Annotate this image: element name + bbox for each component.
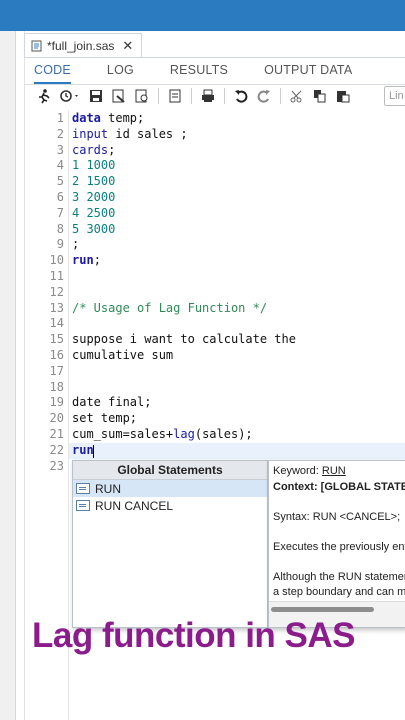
go-to-line-input[interactable]: Lin <box>384 86 405 106</box>
autocomplete-item-run-cancel[interactable]: RUN CANCEL <box>73 497 267 514</box>
line-number: 1 <box>56 111 64 125</box>
help-description-3: a step boundary and can mark <box>273 586 405 598</box>
tab-code[interactable]: CODE <box>34 60 71 84</box>
autocomplete-popup: Global Statements RUN RUN CANCEL <box>72 460 268 628</box>
code-line[interactable]: suppose i want to calculate the <box>72 332 296 346</box>
editor-toolbar <box>34 86 356 106</box>
statement-icon <box>76 483 90 494</box>
line-number: 9 <box>56 237 64 252</box>
line-number: 3 <box>56 142 64 157</box>
tabstrip-divider <box>24 57 405 58</box>
cut-icon[interactable] <box>287 86 307 106</box>
code-line[interactable]: /* Usage of Lag Function */ <box>72 301 267 315</box>
syntax-help-panel: Keyword: RUN Context: [GLOBAL STATEMENT]… <box>268 460 405 628</box>
help-context: Context: [GLOBAL STATEMENT] <box>273 481 405 493</box>
code-line[interactable]: ; <box>72 237 79 251</box>
tab-full-join-sas[interactable]: *full_join.sas ✕ <box>24 33 143 58</box>
autocomplete-item-run[interactable]: RUN <box>73 480 267 497</box>
code-line[interactable]: cum_sum=sales+lag(sales); <box>72 427 253 441</box>
code-line[interactable]: cumulative sum <box>72 348 173 362</box>
editor-subtabs: CODE LOG RESULTS OUTPUT DATA <box>34 60 388 84</box>
code-line[interactable]: run <box>72 443 94 457</box>
line-number: 13 <box>49 300 64 315</box>
code-line[interactable]: 4 2500 <box>72 206 115 220</box>
autocomplete-item-label: RUN CANCEL <box>95 498 174 513</box>
toolbar-separator <box>191 88 192 104</box>
help-syntax: Syntax: RUN <CANCEL>; <box>273 511 401 523</box>
help-description: Executes the previously entered <box>273 541 405 553</box>
program-file-icon <box>31 40 42 52</box>
line-number: 18 <box>49 379 64 394</box>
app-header-bar <box>0 0 405 31</box>
toolbar-separator <box>158 88 159 104</box>
video-caption: Lag function in SAS <box>32 616 355 655</box>
tab-results[interactable]: RESULTS <box>170 60 228 82</box>
line-number: 7 <box>56 205 64 220</box>
line-number: 21 <box>49 427 64 441</box>
line-number: 19 <box>49 395 64 410</box>
line-number: 22 <box>49 442 64 457</box>
tab-log[interactable]: LOG <box>107 60 134 82</box>
line-number: 20 <box>49 411 64 426</box>
open-icon[interactable] <box>132 86 152 106</box>
line-number: 11 <box>49 269 64 283</box>
help-scrollbar-thumb[interactable] <box>271 607 374 612</box>
line-number: 8 <box>56 221 64 236</box>
toolbar-separator <box>280 88 281 104</box>
code-line[interactable]: cards; <box>72 143 115 157</box>
close-icon[interactable]: ✕ <box>122 38 133 54</box>
autocomplete-item-label: RUN <box>95 481 121 496</box>
line-number: 16 <box>49 348 64 362</box>
toolbar-separator <box>224 88 225 104</box>
help-keyword-label: Keyword: <box>273 465 319 477</box>
redo-icon[interactable] <box>254 86 274 106</box>
autocomplete-header: Global Statements <box>73 461 267 480</box>
tab-output-data[interactable]: OUTPUT DATA <box>264 60 352 82</box>
line-number: 14 <box>49 316 64 331</box>
tab-file-name: *full_join.sas <box>47 39 115 53</box>
statement-icon <box>76 500 90 511</box>
help-keyword-link[interactable]: RUN <box>322 465 346 477</box>
line-number: 5 <box>56 174 64 189</box>
line-number: 6 <box>56 190 64 204</box>
print-icon[interactable] <box>198 86 218 106</box>
help-description-2: Although the RUN statement <box>273 571 405 583</box>
current-line-highlight <box>69 443 405 459</box>
copy-icon[interactable] <box>310 86 330 106</box>
code-line[interactable]: data temp; <box>72 111 144 125</box>
code-line[interactable]: input id sales ; <box>72 127 188 141</box>
line-number: 10 <box>49 253 64 268</box>
run-icon[interactable] <box>34 86 54 106</box>
paste-icon[interactable] <box>333 86 353 106</box>
code-line[interactable]: date final; <box>72 395 151 409</box>
code-line[interactable]: 3 2000 <box>72 190 115 204</box>
code-line[interactable]: 5 3000 <box>72 222 115 236</box>
code-line[interactable]: 2 1500 <box>72 174 115 188</box>
clipboard-icon[interactable] <box>165 86 185 106</box>
code-line[interactable]: 1 1000 <box>72 158 115 172</box>
code-line[interactable]: set temp; <box>72 411 137 425</box>
line-number: 12 <box>49 284 64 299</box>
left-navigation-rail <box>0 31 16 720</box>
help-keyword-row: Keyword: RUN <box>273 465 346 477</box>
history-icon[interactable] <box>57 86 83 106</box>
text-caret <box>93 445 94 458</box>
save-as-icon[interactable] <box>109 86 129 106</box>
code-line[interactable]: run; <box>72 253 101 267</box>
line-number: 2 <box>56 126 64 141</box>
line-number: 4 <box>56 158 64 173</box>
line-number: 15 <box>49 332 64 347</box>
subtab-divider <box>24 84 405 85</box>
undo-icon[interactable] <box>231 86 251 106</box>
save-icon[interactable] <box>86 86 106 106</box>
line-number: 17 <box>49 363 64 378</box>
line-number: 23 <box>49 458 64 473</box>
